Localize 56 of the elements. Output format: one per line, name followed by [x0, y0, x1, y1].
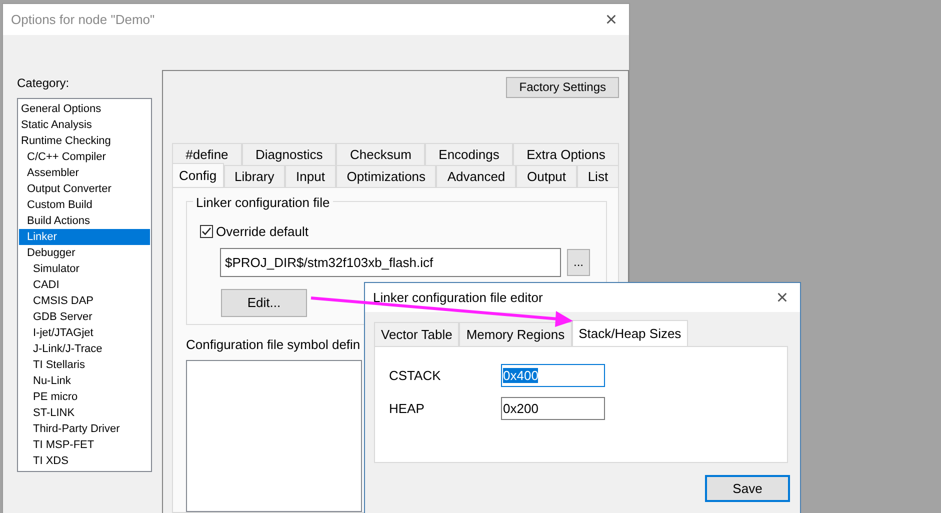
- category-item[interactable]: Build Actions: [19, 213, 150, 229]
- category-item[interactable]: Debugger: [19, 245, 150, 261]
- tab[interactable]: Extra Options: [513, 143, 620, 165]
- category-item[interactable]: J-Link/J-Trace: [19, 341, 150, 357]
- tab[interactable]: #define: [172, 143, 242, 165]
- category-item[interactable]: Runtime Checking: [19, 133, 150, 149]
- window-title: Options for node "Demo": [11, 10, 155, 29]
- tab[interactable]: Stack/Heap Sizes: [572, 320, 688, 346]
- tab[interactable]: Output: [516, 165, 577, 187]
- save-button[interactable]: Save: [705, 475, 790, 502]
- category-item[interactable]: TI MSP-FET: [19, 437, 150, 453]
- tab[interactable]: Optimizations: [336, 165, 436, 187]
- field-label: CSTACK: [389, 366, 442, 385]
- category-label: Category:: [17, 75, 70, 92]
- category-item[interactable]: TI Stellaris: [19, 357, 150, 373]
- tab[interactable]: Checksum: [336, 143, 426, 165]
- category-item[interactable]: Static Analysis: [19, 117, 150, 133]
- category-item[interactable]: Third-Party Driver: [19, 421, 150, 437]
- text-field[interactable]: 0x200: [501, 397, 605, 420]
- category-item[interactable]: PE micro: [19, 389, 150, 405]
- category-item[interactable]: C/C++ Compiler: [19, 149, 150, 165]
- tab[interactable]: Encodings: [425, 143, 513, 165]
- edit-button[interactable]: Edit...: [221, 288, 307, 316]
- close-button[interactable]: ×: [601, 10, 621, 30]
- tab[interactable]: Diagnostics: [242, 143, 336, 165]
- category-item[interactable]: TI XDS: [19, 453, 150, 469]
- section-label: Configuration file symbol defin: [186, 336, 360, 354]
- text-field[interactable]: 0x400: [501, 364, 605, 387]
- window-title: Linker configuration file editor: [373, 288, 543, 307]
- tab[interactable]: Memory Regions: [459, 322, 572, 346]
- category-item[interactable]: ST-LINK: [19, 405, 150, 421]
- tab[interactable]: Library: [224, 165, 286, 187]
- category-item[interactable]: Linker: [19, 229, 150, 245]
- factory-settings-button[interactable]: Factory Settings: [506, 77, 619, 98]
- text-area[interactable]: [186, 360, 362, 512]
- category-item[interactable]: General Options: [19, 101, 150, 117]
- checkbox[interactable]: [200, 225, 213, 238]
- tab[interactable]: Input: [285, 165, 336, 187]
- category-item[interactable]: CADI: [19, 277, 150, 293]
- category-item[interactable]: Simulator: [19, 261, 150, 277]
- tab[interactable]: List: [576, 165, 619, 187]
- category-item[interactable]: GDB Server: [19, 309, 150, 325]
- category-item[interactable]: I-jet/JTAGjet: [19, 325, 150, 341]
- field-label: HEAP: [389, 400, 426, 418]
- category-item[interactable]: Custom Build: [19, 197, 150, 213]
- category-item[interactable]: Nu-Link: [19, 373, 150, 389]
- file-path-field[interactable]: $PROJ_DIR$/stm32f103xb_flash.icf: [220, 248, 561, 276]
- checkbox-label: Override default: [216, 223, 308, 241]
- category-item[interactable]: Assembler: [19, 165, 150, 181]
- tab[interactable]: Advanced: [436, 165, 516, 187]
- browse-button[interactable]: ...: [567, 248, 590, 276]
- category-item[interactable]: CMSIS DAP: [19, 293, 150, 309]
- tab[interactable]: Config: [172, 163, 224, 187]
- tab[interactable]: Vector Table: [374, 322, 460, 346]
- category-item[interactable]: Output Converter: [19, 181, 150, 197]
- close-button[interactable]: ×: [772, 288, 792, 308]
